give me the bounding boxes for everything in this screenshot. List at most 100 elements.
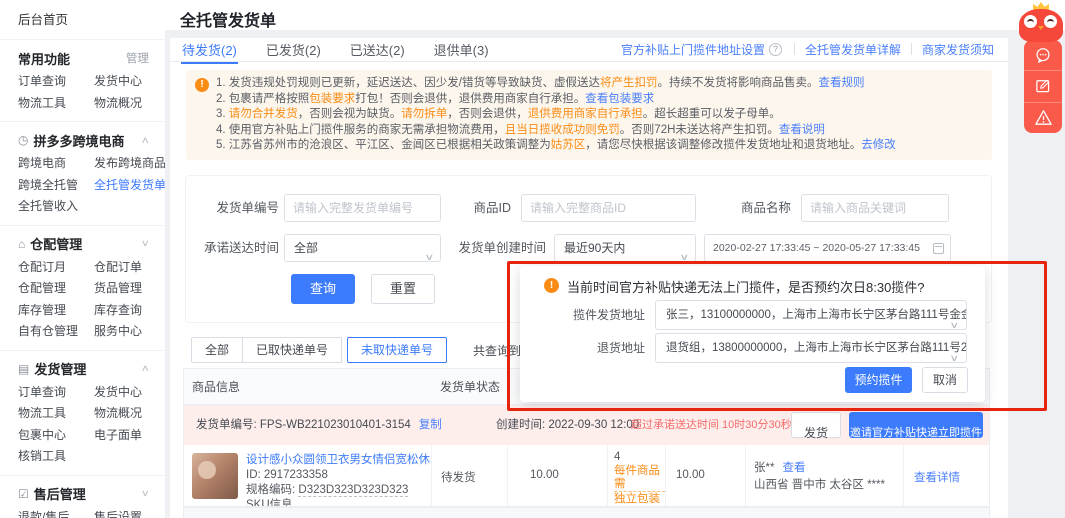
sidebar-section-head[interactable]: ☑ 售后管理 ∨ [18, 484, 150, 504]
sidebar-item[interactable]: 仓配管理 [18, 278, 94, 300]
sidebar-item-home[interactable]: 后台首页 [0, 0, 165, 39]
sidebar-item[interactable]: 库存查询 [94, 300, 149, 322]
search-button[interactable]: 查询 [291, 274, 355, 304]
sidebar-item [94, 196, 149, 218]
status-cell: 待发货 [432, 445, 508, 506]
notice-text: ，否则会视为缺货。 [297, 108, 402, 120]
pickup-dialog: ! 当前时间官方补贴快递无法上门揽件，是否预约次日8:30揽件? 揽件发货地址 … [520, 266, 985, 402]
sidebar-item[interactable]: 物流概况 [94, 93, 149, 115]
receiver-address: 山西省 晋中市 太谷区 **** [754, 479, 885, 491]
sidebar-item[interactable]: 跨境电商 [18, 153, 94, 175]
promise-time-select[interactable]: 全部 ∨ [284, 234, 441, 262]
tab-item[interactable]: 已发货(2) [265, 38, 322, 64]
reset-button[interactable]: 重置 [371, 274, 435, 304]
notice-link[interactable]: 查看包装要求 [585, 93, 654, 105]
sidebar-item[interactable]: 物流工具 [18, 403, 94, 425]
chevron-down-icon: ∨ [949, 320, 960, 330]
amount-cell: 10.00 [666, 445, 746, 506]
notice-link[interactable]: 查看说明 [779, 124, 825, 136]
date-range-input[interactable]: 2020-02-27 17:33:45 ~ 2020-05-27 17:33:4… [704, 234, 951, 262]
sidebar-item[interactable]: 跨境全托管 [18, 175, 94, 197]
return-address-select[interactable]: 退货组，13800000000，上海市上海市长宁区茅台路111号28楼 ∨ [655, 333, 967, 363]
sidebar-item[interactable]: 自有仓管理 [18, 321, 94, 343]
view-receiver-link[interactable]: 查看 [782, 462, 805, 474]
sidebar-item[interactable]: 包裹中心 [18, 425, 94, 447]
sidebar-item[interactable]: 全托管收入 [18, 196, 94, 218]
header-link[interactable]: 官方补贴上门揽件地址设置 [621, 41, 765, 58]
copy-link[interactable]: 复制 [419, 419, 442, 431]
packaging-note-link[interactable]: 每件商品需 [614, 465, 665, 492]
product-image[interactable] [192, 453, 238, 499]
sidebar-item[interactable]: 售后设置 [94, 507, 149, 518]
sidebar-item[interactable]: 发货中心 [94, 382, 149, 404]
notice-text: ，否则会退供， [447, 108, 528, 120]
goodsid-input[interactable] [521, 194, 696, 222]
sidebar-section-head[interactable]: ▤ 发货管理 ∧ [18, 359, 150, 379]
alert-button[interactable] [1024, 101, 1062, 133]
confirm-pickup-button[interactable]: 预约揽件 [845, 367, 912, 393]
created-time-select[interactable]: 最近90天内 ∨ [554, 234, 696, 262]
sidebar-item[interactable]: 退款/售后 [18, 507, 94, 518]
sidebar-item[interactable]: 订单查询 [18, 382, 94, 404]
chip-untaken[interactable]: 未取快递单号 [347, 337, 448, 363]
tab-active[interactable]: 待发货(2) [181, 38, 238, 64]
cancel-button[interactable]: 取消 [922, 367, 968, 393]
manage-link[interactable]: 管理 [126, 50, 149, 66]
help-icon[interactable]: ? [768, 42, 782, 56]
header-link[interactable]: 商家发货须知 [922, 41, 994, 58]
sidebar-item[interactable]: 库存管理 [18, 300, 94, 322]
notice-text: 请勿合并发货 [228, 108, 298, 120]
sidebar-item[interactable]: 发货中心 [94, 71, 149, 93]
goodsid-label: 商品ID [473, 201, 511, 215]
notice-link[interactable]: 查看规则 [818, 77, 864, 89]
sidebar-section-title: 售后管理 [33, 487, 86, 502]
chevron-up-icon[interactable]: ∧ [141, 363, 150, 374]
chat-button[interactable] [1024, 40, 1062, 70]
overdue-warning: 超过承诺送达时间 10时30分30秒 [631, 419, 792, 431]
sidebar-item[interactable]: 核销工具 [18, 446, 94, 468]
pickup-address-label: 揽件发货地址 [572, 308, 645, 322]
sidebar-item[interactable]: 仓配订月 [18, 257, 94, 279]
pickup-address-select[interactable]: 张三，13100000000，上海市上海市长宁区茅台路111号金金大厦 ∨ [655, 300, 967, 330]
sidebar-item[interactable]: 全托管发货单 [94, 175, 165, 197]
header-link[interactable]: 全托管发货单详解 [805, 41, 901, 58]
sidebar-section-head[interactable]: ⌂ 仓配管理 ∨ [18, 234, 150, 254]
ship-button[interactable]: 发货 [791, 412, 841, 440]
sidebar-item[interactable]: 物流工具 [18, 93, 94, 115]
tab-item[interactable]: 已送达(2) [349, 38, 406, 64]
sidebar-section-head[interactable]: 常用功能 管理 [18, 48, 149, 68]
feedback-button[interactable] [1024, 70, 1062, 101]
invite-pickup-button[interactable]: 邀请官方补贴快递立即揽件 [849, 412, 983, 439]
sidebar-item[interactable]: 仓配订单 [94, 257, 149, 279]
sku-info[interactable]: SKU信息 [246, 498, 431, 506]
shipno-label: 发货单编号 [216, 201, 279, 215]
view-detail-link[interactable]: 查看详情 [904, 445, 991, 506]
sidebar-item[interactable]: 货品管理 [94, 278, 149, 300]
edit-icon [1036, 80, 1050, 93]
divider [793, 43, 795, 55]
notice-text: 姑苏区 [550, 139, 586, 151]
notice-link[interactable]: 去修改 [861, 139, 896, 151]
sidebar-item[interactable]: 物流概况 [94, 403, 149, 425]
chevron-down-icon[interactable]: ∨ [141, 238, 150, 249]
sidebar-item[interactable]: 订单查询 [18, 71, 94, 93]
notice-line: 1. 发货违规处罚规则已更新，延迟送达、因少发/错货等导致缺货、虚假送达将产生扣… [216, 76, 980, 92]
sidebar-section-title: 常用功能 [18, 51, 71, 67]
chevron-down-icon[interactable]: ∨ [141, 488, 150, 499]
chip-taken[interactable]: 已取快递单号 [242, 337, 343, 363]
sidebar-item[interactable]: 服务中心 [94, 321, 149, 343]
notice-text: 5. 江苏省苏州市的沧浪区、平江区、金阊区已根据相关政策调整为 [216, 139, 551, 151]
notice-text: 且当日揽收成功则免罚 [504, 123, 620, 136]
sidebar-item [94, 446, 149, 468]
chip-all[interactable]: 全部 [191, 337, 244, 363]
notice-text: 3. [216, 108, 229, 120]
sidebar-item[interactable]: 发布跨境商品 [94, 153, 165, 175]
notice-banner: ! 1. 发货违规处罚规则已更新，延迟送达、因少发/错货等导致缺货、虚假送达将产… [186, 70, 992, 160]
sidebar-item[interactable]: 电子面单 [94, 425, 149, 447]
product-id: ID: 2917233358 [246, 469, 328, 481]
chevron-up-icon[interactable]: ∧ [141, 135, 150, 146]
product-title-link[interactable]: 设计感小众圆领卫衣男女情侣宽松休闲 [246, 453, 431, 468]
goodsname-input[interactable] [801, 194, 949, 222]
sidebar-section-head[interactable]: ◷ 拼多多跨境电商 ∧ [18, 130, 150, 150]
tab-item[interactable]: 退供单(3) [433, 38, 490, 64]
